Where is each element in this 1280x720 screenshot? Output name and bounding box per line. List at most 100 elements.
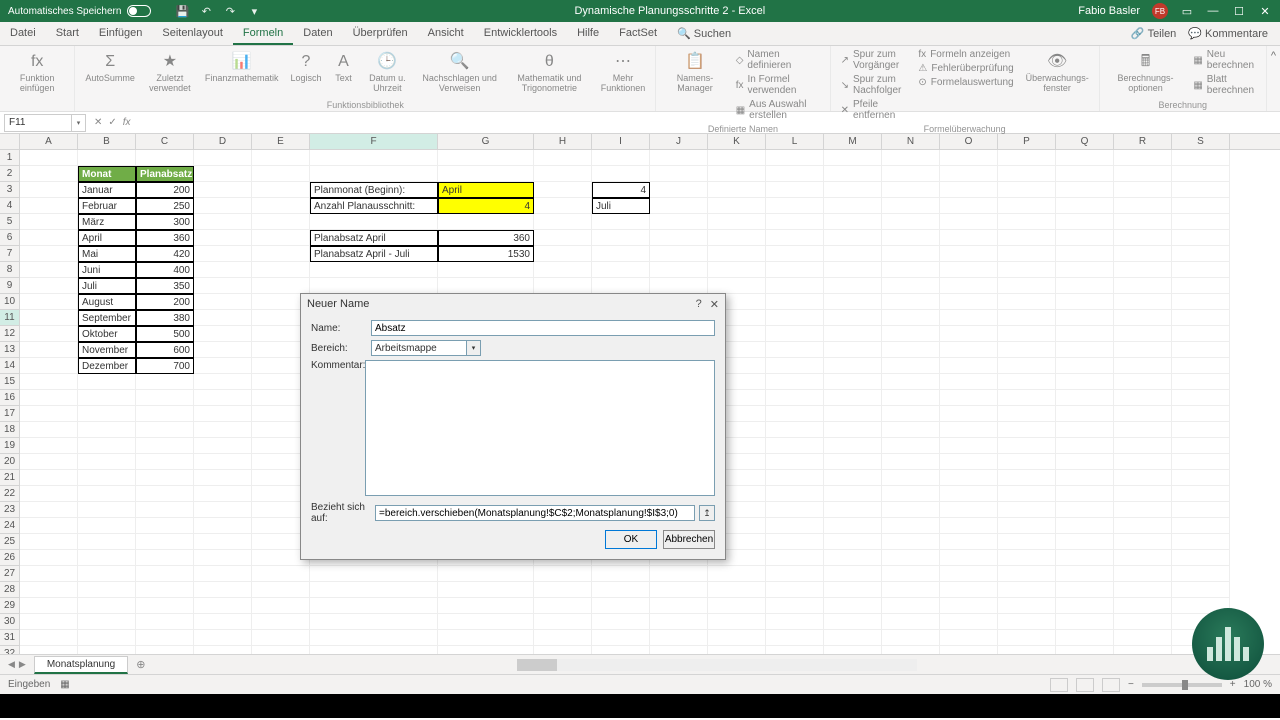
cell[interactable] <box>1172 454 1230 470</box>
undo-icon[interactable]: ↶ <box>199 4 213 18</box>
cell[interactable] <box>940 310 998 326</box>
cell[interactable]: Planabsatz April - Juli <box>310 246 438 262</box>
cell[interactable] <box>708 614 766 630</box>
cell[interactable] <box>438 150 534 166</box>
cell[interactable] <box>708 646 766 654</box>
cell[interactable]: 200 <box>136 182 194 198</box>
cell[interactable] <box>20 166 78 182</box>
cell[interactable] <box>998 230 1056 246</box>
cell[interactable] <box>534 630 592 646</box>
cell[interactable] <box>136 374 194 390</box>
cell[interactable] <box>766 390 824 406</box>
cell[interactable] <box>1172 486 1230 502</box>
cell[interactable] <box>882 358 940 374</box>
cell[interactable]: 350 <box>136 278 194 294</box>
tab-factset[interactable]: FactSet <box>609 23 667 45</box>
row-header[interactable]: 25 <box>0 534 20 550</box>
cell[interactable] <box>708 566 766 582</box>
cell[interactable] <box>940 182 998 198</box>
cell[interactable] <box>940 438 998 454</box>
cell[interactable] <box>1056 534 1114 550</box>
recent-button[interactable]: ★Zuletzt verwendet <box>143 48 197 98</box>
cell[interactable] <box>882 262 940 278</box>
create-from-selection-button[interactable]: ▦Aus Auswahl erstellen <box>732 98 824 122</box>
cell[interactable] <box>1114 630 1172 646</box>
cell[interactable] <box>1114 422 1172 438</box>
cell[interactable] <box>1172 502 1230 518</box>
cell[interactable] <box>1056 390 1114 406</box>
cancel-button[interactable]: Abbrechen <box>663 530 715 549</box>
cell[interactable] <box>1172 246 1230 262</box>
cell[interactable] <box>766 438 824 454</box>
cell[interactable] <box>766 406 824 422</box>
cell[interactable] <box>310 598 438 614</box>
cell[interactable]: Planmonat (Beginn): <box>310 182 438 198</box>
cell[interactable] <box>20 502 78 518</box>
cell[interactable] <box>20 630 78 646</box>
cell[interactable] <box>136 502 194 518</box>
cell[interactable]: 420 <box>136 246 194 262</box>
row-header[interactable]: 31 <box>0 630 20 646</box>
cell[interactable] <box>766 358 824 374</box>
cell[interactable] <box>20 150 78 166</box>
cell[interactable] <box>438 630 534 646</box>
cell[interactable] <box>708 182 766 198</box>
cell[interactable] <box>1114 470 1172 486</box>
cell[interactable] <box>310 614 438 630</box>
cell[interactable]: 380 <box>136 310 194 326</box>
cell[interactable]: 360 <box>438 230 534 246</box>
row-header[interactable]: 9 <box>0 278 20 294</box>
cell[interactable] <box>20 262 78 278</box>
cell[interactable] <box>882 598 940 614</box>
cell[interactable] <box>252 598 310 614</box>
cell[interactable] <box>766 630 824 646</box>
cell[interactable] <box>20 566 78 582</box>
cell[interactable] <box>194 342 252 358</box>
cell[interactable] <box>1056 198 1114 214</box>
cell[interactable] <box>20 230 78 246</box>
cell[interactable] <box>194 646 252 654</box>
cell[interactable] <box>20 486 78 502</box>
cell[interactable] <box>194 454 252 470</box>
cell[interactable] <box>882 454 940 470</box>
col-header[interactable]: H <box>534 134 592 149</box>
cell[interactable] <box>438 614 534 630</box>
cell[interactable] <box>20 438 78 454</box>
cell[interactable] <box>998 614 1056 630</box>
cell[interactable] <box>194 278 252 294</box>
cell[interactable] <box>940 470 998 486</box>
cell[interactable] <box>824 470 882 486</box>
col-header[interactable]: J <box>650 134 708 149</box>
tab-seitenlayout[interactable]: Seitenlayout <box>152 23 233 45</box>
lookup-button[interactable]: 🔍Nachschlagen und Verweisen <box>417 48 502 98</box>
cell[interactable] <box>20 358 78 374</box>
cell[interactable] <box>194 566 252 582</box>
cell[interactable] <box>310 582 438 598</box>
tab-hilfe[interactable]: Hilfe <box>567 23 609 45</box>
cell[interactable] <box>252 646 310 654</box>
cell[interactable] <box>940 262 998 278</box>
cell[interactable] <box>194 310 252 326</box>
cell[interactable] <box>940 278 998 294</box>
cell[interactable] <box>1056 438 1114 454</box>
cell[interactable] <box>252 262 310 278</box>
row-header[interactable]: 14 <box>0 358 20 374</box>
cell[interactable] <box>252 198 310 214</box>
cell[interactable] <box>824 518 882 534</box>
cell[interactable] <box>136 598 194 614</box>
cell[interactable] <box>824 182 882 198</box>
cell[interactable]: Januar <box>78 182 136 198</box>
cell[interactable] <box>882 166 940 182</box>
date-button[interactable]: 🕒Datum u. Uhrzeit <box>361 48 413 98</box>
cell[interactable] <box>882 342 940 358</box>
cell[interactable] <box>438 166 534 182</box>
cell[interactable] <box>78 150 136 166</box>
cell[interactable] <box>310 166 438 182</box>
cell[interactable] <box>766 230 824 246</box>
row-header[interactable]: 28 <box>0 582 20 598</box>
cell[interactable] <box>534 166 592 182</box>
row-header[interactable]: 8 <box>0 262 20 278</box>
cell[interactable] <box>766 582 824 598</box>
cell[interactable] <box>1056 150 1114 166</box>
cell[interactable] <box>650 166 708 182</box>
